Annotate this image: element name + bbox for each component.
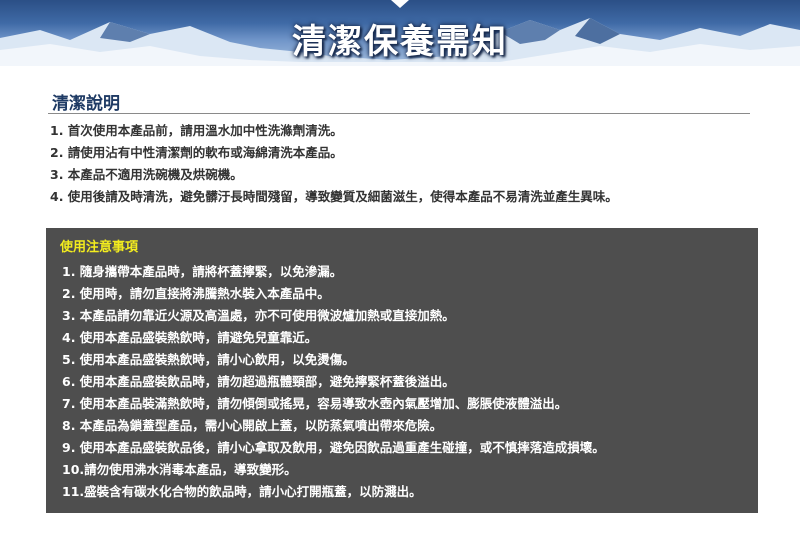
header-banner: 清潔保養需知 [0, 0, 800, 66]
list-item: 7. 使用本產品裝滿熱飲時，請勿傾倒或搖晃，容易導致水壺內氣壓增加、膨脹使液體溢… [62, 396, 568, 411]
list-item: 1. 首次使用本產品前，請用溫水加中性洗滌劑清洗。 [50, 123, 343, 138]
list-item: 2. 請使用沾有中性清潔劑的軟布或海綿清洗本產品。 [50, 145, 343, 160]
list-item: 6. 使用本產品盛裝飲品時，請勿超過瓶體頸部，避免擰緊杯蓋後溢出。 [62, 374, 455, 389]
cleaning-list: 1. 首次使用本產品前，請用溫水加中性洗滌劑清洗。 2. 請使用沾有中性清潔劑的… [50, 120, 618, 208]
banner-title: 清潔保養需知 [292, 22, 508, 62]
list-item: 4. 使用後請及時清洗，避免髒汙長時間殘留，導致變質及細菌滋生，使得本產品不易清… [50, 189, 618, 204]
cleaning-section-title: 清潔說明 [52, 94, 120, 114]
list-item: 10.請勿使用沸水消毒本產品，導致變形。 [62, 462, 297, 477]
list-item: 2. 使用時，請勿直接將沸騰熱水裝入本產品中。 [62, 286, 330, 301]
list-item: 11.盛裝含有碳水化合物的飲品時，請小心打開瓶蓋，以防濺出。 [62, 484, 422, 499]
list-item: 3. 本產品請勿靠近火源及高溫處，亦不可使用微波爐加熱或直接加熱。 [62, 308, 455, 323]
list-item: 3. 本產品不適用洗碗機及烘碗機。 [50, 167, 243, 182]
section-divider [48, 113, 750, 114]
list-item: 4. 使用本產品盛裝熱飲時，請避免兒童靠近。 [62, 330, 318, 345]
list-item: 8. 本產品為鎖蓋型產品，需小心開啟上蓋，以防蒸氣噴出帶來危險。 [62, 418, 443, 433]
list-item: 9. 使用本產品盛裝飲品後，請小心拿取及飲用，避免因飲品過重產生碰撞，或不慎摔落… [62, 440, 605, 455]
caution-panel: 使用注意事項 1. 隨身攜帶本產品時，請將杯蓋擰緊，以免滲漏。 2. 使用時，請… [46, 228, 758, 513]
list-item: 5. 使用本產品盛裝熱飲時，請小心飲用，以免燙傷。 [62, 352, 355, 367]
banner-notch [391, 0, 409, 8]
list-item: 1. 隨身攜帶本產品時，請將杯蓋擰緊，以免滲漏。 [62, 264, 343, 279]
caution-section-title: 使用注意事項 [60, 240, 139, 255]
caution-list: 1. 隨身攜帶本產品時，請將杯蓋擰緊，以免滲漏。 2. 使用時，請勿直接將沸騰熱… [62, 261, 605, 503]
